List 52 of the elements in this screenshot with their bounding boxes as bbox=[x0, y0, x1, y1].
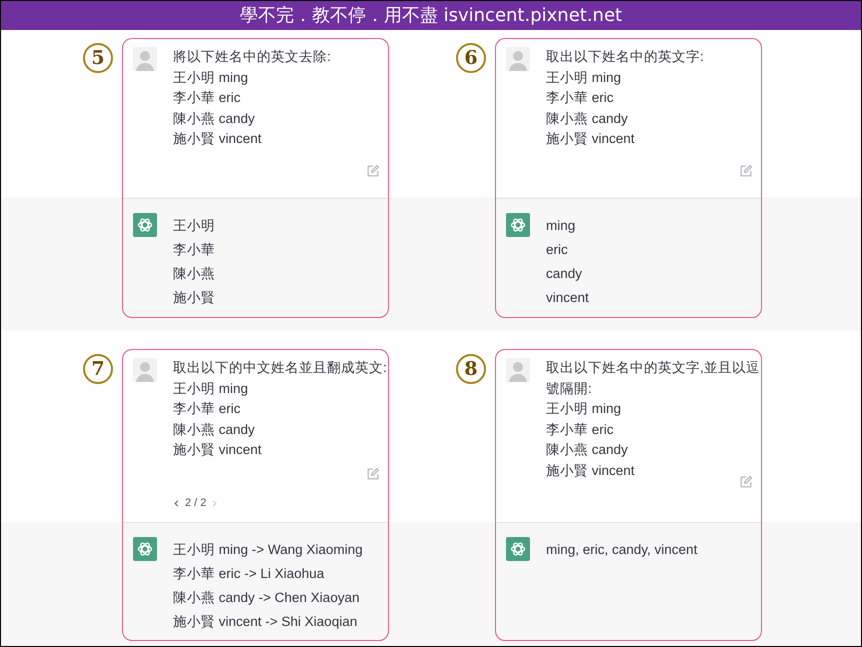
avatar-silhouette bbox=[506, 47, 530, 71]
prompt-line: 施小賢 vincent bbox=[546, 130, 636, 148]
prompt-line: 李小華 eric bbox=[546, 89, 615, 107]
prompt-line: 王小明 ming bbox=[546, 68, 622, 87]
response-line: 施小賢 vincent -> Shi Xiaoqian bbox=[173, 613, 358, 631]
prompt-line: 王小明 ming bbox=[173, 380, 250, 398]
prompt-line: 王小明 ming bbox=[173, 68, 250, 87]
prompt-line: 陳小燕 candy bbox=[546, 110, 629, 128]
prompt-line: 王小明 ming bbox=[546, 400, 622, 418]
step-number-badge: 8 bbox=[456, 354, 486, 384]
previous-chevron[interactable] bbox=[173, 500, 180, 507]
prompt-line: 李小華 eric bbox=[546, 420, 615, 438]
step-number-badge: 7 bbox=[83, 354, 113, 384]
prompt-line: 陳小燕 candy bbox=[173, 110, 256, 128]
response-line: 李小華 bbox=[173, 241, 215, 259]
response-line: eric bbox=[546, 241, 569, 259]
avatar-silhouette bbox=[506, 358, 530, 382]
response-line: 李小華 eric -> Li Xiaohua bbox=[173, 565, 326, 583]
response-line: 王小明 ming -> Wang Xiaoming bbox=[173, 541, 363, 559]
prompt-line: 施小賢 vincent bbox=[546, 462, 636, 480]
prompt-line: 陳小燕 candy bbox=[173, 420, 256, 439]
avatar-silhouette bbox=[133, 358, 157, 382]
edit-icon[interactable] bbox=[739, 164, 753, 178]
response-line: 陳小燕 candy -> Chen Xiaoyan bbox=[173, 589, 360, 607]
assistant-logo-icon bbox=[133, 537, 157, 561]
prompt-line: 取出以下的中文姓名並且翻成英文: bbox=[173, 359, 387, 377]
step-number-badge: 6 bbox=[456, 43, 486, 73]
prompt-line: 李小華 eric bbox=[173, 400, 242, 418]
prompt-line: 取出以下姓名中的英文字,並且以逗號隔開: bbox=[546, 359, 760, 398]
response-line: candy bbox=[546, 265, 584, 283]
prompt-line: 施小賢 vincent bbox=[173, 130, 263, 148]
prompt-line: 施小賢 vincent bbox=[173, 441, 263, 459]
response-line: 王小明 bbox=[173, 217, 215, 235]
assistant-logo-icon bbox=[133, 213, 157, 237]
edit-icon[interactable] bbox=[366, 467, 380, 481]
prompt-line: 將以下姓名中的英文去除: bbox=[173, 48, 332, 66]
avatar-silhouette bbox=[133, 47, 157, 71]
edit-icon[interactable] bbox=[739, 475, 753, 489]
edit-icon[interactable] bbox=[366, 164, 380, 178]
response-line: ming bbox=[546, 217, 576, 235]
step-number-badge: 5 bbox=[83, 43, 113, 73]
prompt-line: 陳小燕 candy bbox=[546, 441, 629, 459]
response-line: vincent bbox=[546, 289, 589, 307]
response-line: 陳小燕 bbox=[173, 265, 215, 283]
response-line: ming, eric, candy, vincent bbox=[546, 541, 698, 559]
prompt-line: 取出以下姓名中的英文字: bbox=[546, 48, 705, 66]
prompt-line: 李小華 eric bbox=[173, 89, 242, 107]
assistant-logo-icon bbox=[506, 213, 530, 237]
header-title: 學不完．教不停．用不盡 isvincent.pixnet.net bbox=[240, 4, 622, 28]
assistant-logo-icon bbox=[506, 537, 530, 561]
response-line: 施小賢 bbox=[173, 289, 215, 307]
page-counter: 2 / 2 bbox=[185, 496, 206, 511]
